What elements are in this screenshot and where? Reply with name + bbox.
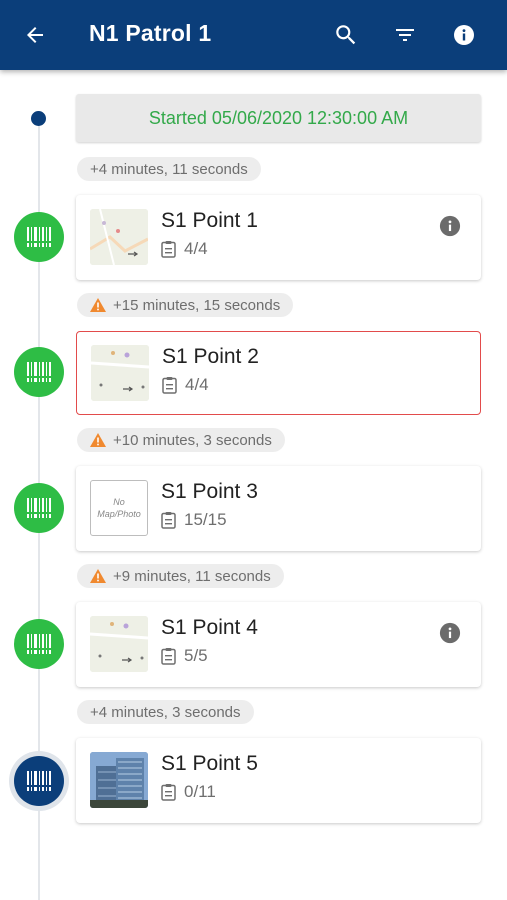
warning-icon [90, 569, 106, 583]
page-title: N1 Patrol 1 [89, 20, 212, 46]
map-thumbnail [90, 616, 148, 672]
barcode-icon [26, 227, 52, 247]
checklist-count-text: 15/15 [184, 510, 227, 529]
checkpoint-marker [14, 619, 64, 669]
filter-icon [396, 29, 414, 41]
interval-pill: +10 minutes, 3 seconds [77, 428, 285, 452]
warning-icon [90, 298, 106, 312]
checkpoint-card[interactable]: No Map/Photo S1 Point 3 15/15 [76, 466, 481, 551]
clipboard-icon [161, 241, 176, 258]
interval-text: +15 minutes, 15 seconds [113, 296, 281, 314]
map-thumbnail [90, 209, 148, 265]
info-button[interactable] [444, 15, 484, 55]
search-button[interactable] [326, 15, 366, 55]
checklist-count-text: 4/4 [184, 239, 208, 258]
photo-thumbnail [90, 752, 148, 808]
timeline-start-dot [31, 111, 46, 126]
checklist-count: 4/4 [162, 375, 209, 395]
barcode-icon [26, 362, 52, 382]
checklist-count: 5/5 [161, 646, 208, 666]
checkpoint-marker-current [14, 756, 64, 806]
checkpoint-marker [14, 212, 64, 262]
interval-text: +4 minutes, 11 seconds [90, 160, 248, 178]
warning-icon [90, 433, 106, 447]
clipboard-icon [161, 784, 176, 801]
checkpoint-name: S1 Point 3 [161, 480, 258, 503]
barcode-icon [26, 634, 52, 654]
arrow-left-icon [27, 27, 43, 43]
interval-pill: +4 minutes, 11 seconds [77, 157, 261, 181]
checklist-count: 4/4 [161, 239, 208, 259]
checkpoint-card[interactable]: S1 Point 4 5/5 [76, 602, 481, 687]
checkpoint-card[interactable]: S1 Point 1 4/4 [76, 195, 481, 280]
interval-pill: +15 minutes, 15 seconds [77, 293, 294, 317]
interval-text: +9 minutes, 11 seconds [113, 567, 271, 585]
barcode-icon [26, 498, 52, 518]
placeholder-text-line-2: Map/Photo [97, 509, 141, 519]
checkpoint-name: S1 Point 4 [161, 616, 258, 639]
clipboard-icon [162, 377, 177, 394]
checkpoint-marker [14, 483, 64, 533]
started-banner: Started 05/06/2020 12:30:00 AM [76, 94, 481, 142]
clipboard-icon [161, 512, 176, 529]
app-bar: N1 Patrol 1 [0, 0, 507, 70]
info-icon[interactable] [439, 622, 461, 644]
checkpoint-name: S1 Point 1 [161, 209, 258, 232]
checklist-count-text: 4/4 [185, 375, 209, 394]
map-thumbnail [91, 345, 149, 401]
checkpoint-name: S1 Point 2 [162, 345, 259, 368]
interval-pill: +9 minutes, 11 seconds [77, 564, 284, 588]
back-button[interactable] [15, 15, 55, 55]
checklist-count: 0/11 [161, 782, 216, 802]
checklist-count-text: 0/11 [184, 782, 216, 801]
info-icon [454, 25, 474, 45]
checklist-count: 15/15 [161, 510, 227, 530]
search-icon [336, 25, 356, 45]
checkpoint-marker [14, 347, 64, 397]
filter-button[interactable] [385, 15, 425, 55]
no-map-photo-placeholder: No Map/Photo [90, 480, 148, 536]
checklist-count-text: 5/5 [184, 646, 208, 665]
interval-pill: +4 minutes, 3 seconds [77, 700, 254, 724]
info-icon[interactable] [439, 215, 461, 237]
interval-text: +10 minutes, 3 seconds [113, 431, 272, 449]
checkpoint-card-alert[interactable]: S1 Point 2 4/4 [76, 331, 481, 415]
clipboard-icon [161, 648, 176, 665]
interval-text: +4 minutes, 3 seconds [90, 703, 241, 721]
barcode-icon [26, 771, 52, 791]
checkpoint-card[interactable]: S1 Point 5 0/11 [76, 738, 481, 823]
placeholder-text-line-1: No [113, 497, 125, 507]
checkpoint-name: S1 Point 5 [161, 752, 258, 775]
